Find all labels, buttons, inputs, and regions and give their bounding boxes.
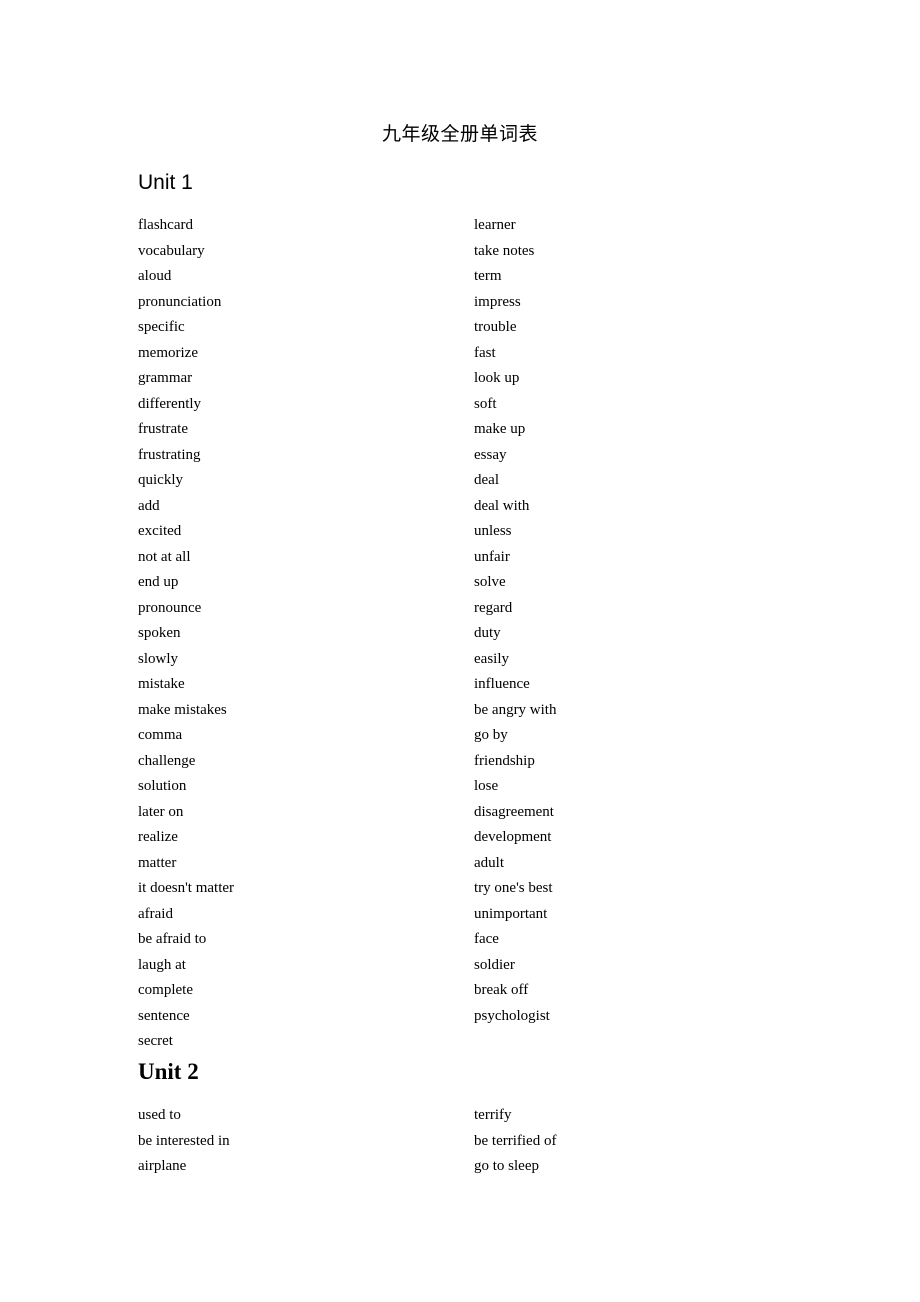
unit-2-word-column-right: terrify be terrified of go to sleep: [474, 1103, 824, 1180]
word-entry: be angry with: [474, 701, 557, 718]
word-entry: specific: [138, 319, 185, 335]
word-entry: soldier: [474, 956, 515, 973]
word-entry: spoken: [138, 625, 181, 641]
word-entry: friendship: [474, 752, 535, 769]
word-entry: vocabulary: [138, 242, 205, 259]
word-entry: disagreement: [474, 803, 554, 820]
word-entry: challenge: [138, 752, 196, 769]
word-entry: take notes: [474, 242, 535, 259]
word-entry: airplane: [138, 1158, 187, 1174]
word-entry: afraid: [138, 905, 173, 922]
word-entry: look up: [474, 370, 520, 386]
word-entry: influence: [474, 676, 530, 692]
word-entry: break off: [474, 982, 529, 998]
word-entry: psychologist: [474, 1007, 550, 1024]
word-entry: term: [474, 268, 502, 284]
word-entry: slowly: [138, 650, 179, 667]
word-entry: make up: [474, 421, 526, 437]
word-entry: frustrate: [138, 421, 188, 437]
word-entry: fast: [474, 344, 496, 361]
unit-heading-unit-1: Unit 1: [138, 171, 193, 194]
word-entry: make mistakes: [138, 701, 227, 718]
page-title: 九年级全册单词表: [381, 124, 538, 145]
unit-1-word-column-right: learner take notes term impress trouble fast l…: [474, 213, 824, 1029]
word-entry: later on: [138, 803, 184, 820]
word-entry: comma: [138, 727, 183, 743]
word-entry: face: [474, 931, 499, 947]
unit-heading-unit-2: Unit 2: [138, 1059, 199, 1084]
word-entry: realize: [138, 829, 178, 845]
word-entry: terrify: [474, 1107, 512, 1123]
word-entry: differently: [138, 395, 202, 412]
word-entry: solution: [138, 778, 187, 794]
unit-1-word-column-left: flashcard vocabulary aloud pronunciation spe…: [138, 213, 458, 1055]
word-entry: easily: [474, 650, 509, 667]
word-entry: mistake: [138, 676, 185, 692]
word-entry: duty: [474, 625, 501, 641]
word-entry: grammar: [138, 370, 193, 386]
word-entry: frustrating: [138, 446, 201, 463]
word-entry: unimportant: [474, 905, 548, 922]
word-entry: sentence: [138, 1007, 190, 1024]
word-entry: go by: [474, 727, 508, 743]
word-entry: it doesn't matter: [138, 880, 235, 896]
word-entry: used to: [138, 1107, 181, 1123]
word-entry: pronunciation: [138, 293, 222, 310]
word-entry: be afraid to: [138, 931, 207, 947]
word-entry: excited: [138, 523, 182, 539]
word-entry: secret: [138, 1033, 173, 1049]
word-entry: development: [474, 829, 552, 845]
word-entry: be interested in: [138, 1132, 230, 1149]
word-entry: unless: [474, 523, 512, 539]
word-entry: be terrified of: [474, 1132, 557, 1149]
word-entry: memorize: [138, 344, 198, 361]
word-entry: deal with: [474, 497, 530, 514]
word-entry: add: [138, 497, 160, 514]
document-page: 九年级全册单词表 Unit 1 flashcard vocabulary aloud…: [0, 0, 920, 1302]
word-entry: try one's best: [474, 880, 553, 896]
word-entry: trouble: [474, 319, 517, 335]
word-entry: quickly: [138, 472, 183, 488]
word-entry: deal: [474, 472, 499, 488]
word-entry: solve: [474, 574, 506, 590]
word-entry: pronounce: [138, 599, 202, 616]
word-entry: essay: [474, 446, 507, 463]
word-entry: adult: [474, 854, 504, 871]
word-entry: complete: [138, 982, 193, 998]
word-entry: go to sleep: [474, 1158, 539, 1174]
word-entry: not at all: [138, 548, 191, 565]
word-entry: regard: [474, 599, 513, 616]
word-entry: matter: [138, 854, 177, 871]
word-entry: lose: [474, 778, 499, 794]
word-entry: flashcard: [138, 217, 193, 233]
word-entry: learner: [474, 217, 516, 233]
word-entry: aloud: [138, 268, 172, 284]
word-entry: end up: [138, 574, 179, 590]
word-entry: impress: [474, 293, 521, 310]
unit-2-word-column-left: used to be interested in airplane: [138, 1103, 458, 1180]
word-entry: unfair: [474, 548, 510, 565]
word-entry: soft: [474, 395, 497, 412]
word-entry: laugh at: [138, 956, 186, 973]
